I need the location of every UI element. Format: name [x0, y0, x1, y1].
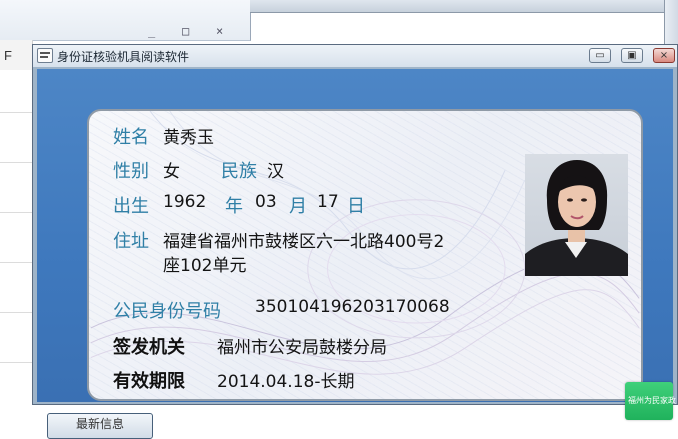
- birth-year-unit: 年: [225, 196, 243, 217]
- background-minimize-button[interactable]: _: [148, 24, 155, 38]
- birth-month-unit: 月: [289, 196, 307, 217]
- issuer-label: 签发机关: [113, 337, 185, 358]
- refresh-info-button[interactable]: 最新信息: [47, 413, 153, 439]
- row-divider: [0, 312, 32, 313]
- ethnicity-label: 民族: [221, 161, 257, 182]
- column-header-label: F: [4, 48, 12, 63]
- column-header[interactable]: F: [0, 40, 33, 71]
- birth-month: 03: [255, 192, 277, 212]
- minimize-button[interactable]: ▭: [589, 48, 611, 63]
- birth-day: 17: [317, 192, 339, 212]
- name-value: 黄秀玉: [163, 128, 214, 148]
- window-title: 身份证核验机具阅读软件: [57, 50, 190, 64]
- ethnicity-value: 汉: [267, 162, 284, 182]
- row-divider: [0, 162, 32, 163]
- address-line-1: 福建省福州市鼓楼区六一北路400号2: [163, 232, 445, 252]
- validity-value: 2014.04.18-长期: [217, 372, 355, 392]
- background-maximize-button[interactable]: □: [182, 24, 189, 38]
- id-card: 姓名 黄秀玉 性别 女 民族 汉 出生 1962 年 03 月 17 日 住址 …: [87, 109, 643, 401]
- name-label: 姓名: [113, 127, 149, 148]
- validity-label: 有效期限: [113, 371, 185, 392]
- window-client-area: 姓名 黄秀玉 性别 女 民族 汉 出生 1962 年 03 月 17 日 住址 …: [37, 69, 676, 439]
- spreadsheet-rows: [0, 70, 32, 405]
- address-line-2: 座102单元: [163, 256, 247, 276]
- watermark-badge: 福州为民家政: [625, 382, 676, 420]
- close-button[interactable]: ×: [653, 48, 675, 63]
- background-close-button[interactable]: ×: [216, 24, 223, 38]
- birth-year: 1962: [163, 192, 207, 212]
- sex-label: 性别: [113, 161, 149, 182]
- row-divider: [0, 212, 32, 213]
- id-number-label: 公民身份号码: [113, 301, 221, 322]
- id-number-value: 350104196203170068: [255, 297, 450, 317]
- background-window-edge: [250, 0, 678, 13]
- row-divider: [0, 362, 32, 363]
- window-titlebar[interactable]: 身份证核验机具阅读软件 ▭ ▣ ×: [33, 45, 677, 67]
- watermark-badge-text: 福州为民家政: [628, 396, 676, 405]
- maximize-button[interactable]: ▣: [621, 48, 643, 63]
- id-reader-window: 身份证核验机具阅读软件 ▭ ▣ × 姓名 黄秀玉 性别 女 民族 汉 出生 19…: [32, 44, 678, 439]
- row-divider: [0, 262, 32, 263]
- sex-value: 女: [163, 162, 180, 182]
- portrait-photo: [525, 154, 628, 276]
- app-icon: [37, 48, 53, 63]
- background-titlebar: _ □ ×: [0, 0, 251, 41]
- portrait-figure: [525, 160, 628, 276]
- birth-day-unit: 日: [347, 196, 365, 217]
- birth-label: 出生: [113, 196, 149, 217]
- issuer-value: 福州市公安局鼓楼分局: [217, 338, 387, 358]
- address-label: 住址: [113, 231, 149, 252]
- row-divider: [0, 112, 32, 113]
